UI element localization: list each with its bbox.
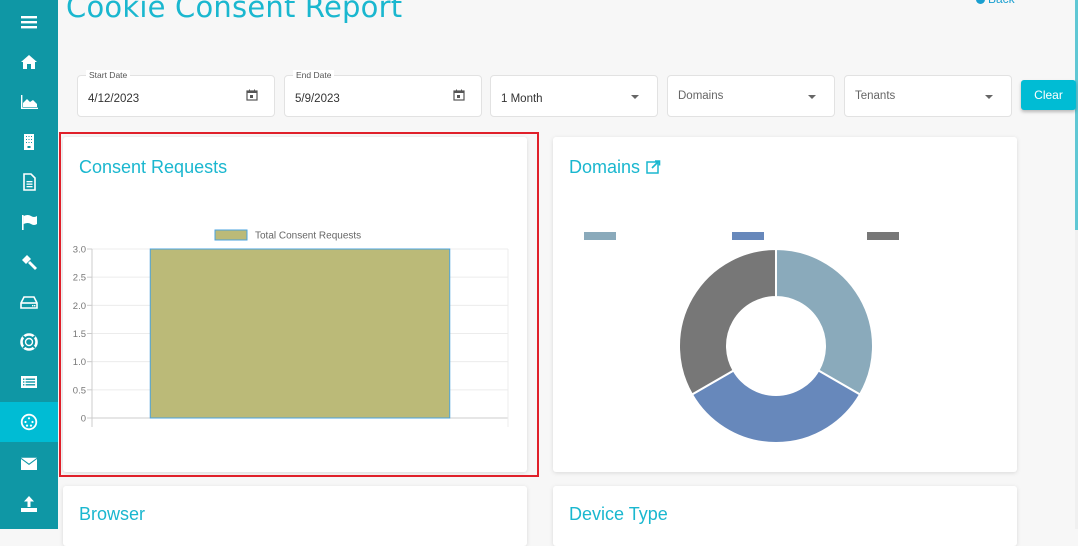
- sidebar-item-cookie-consent[interactable]: [0, 402, 58, 442]
- gavel-icon: [22, 255, 37, 270]
- envelope-icon: [21, 457, 37, 470]
- donut-slice: [690, 369, 862, 444]
- hard-drive-icon: [20, 296, 38, 309]
- legend-swatch: [867, 232, 899, 240]
- building-icon: [24, 134, 34, 150]
- domains-select[interactable]: Domains: [667, 75, 835, 117]
- sidebar-item-list[interactable]: [0, 362, 58, 402]
- menu-icon: [21, 16, 37, 29]
- end-date-value: 5/9/2023: [295, 93, 340, 105]
- clear-button[interactable]: Clear: [1021, 80, 1076, 110]
- y-tick-label: 2.0: [73, 301, 86, 312]
- sidebar-item-legal[interactable]: [0, 242, 58, 282]
- sidebar-item-menu[interactable]: [0, 2, 58, 42]
- sidebar: [0, 0, 58, 529]
- y-tick-label: 2.5: [73, 273, 86, 284]
- device-type-card: Device Type: [553, 486, 1017, 546]
- area-chart-icon: [21, 95, 38, 109]
- calendar-icon[interactable]: [246, 89, 258, 101]
- chevron-down-icon: [631, 95, 639, 99]
- bar: [149, 248, 451, 419]
- start-date-field[interactable]: Start Date 4/12/2023: [77, 70, 275, 117]
- page-title: Cookie Consent Report: [66, 0, 403, 24]
- domains-placeholder: Domains: [678, 90, 724, 102]
- sidebar-item-analytics[interactable]: [0, 82, 58, 122]
- sidebar-item-organization[interactable]: [0, 122, 58, 162]
- domains-card: Domains: [553, 137, 1017, 472]
- flag-icon: [22, 215, 37, 230]
- consent-requests-card: Consent Requests Total Consent Requests 0…: [63, 137, 527, 472]
- tenants-placeholder: Tenants: [855, 90, 896, 102]
- browser-card: Browser: [63, 486, 527, 546]
- sidebar-item-documents[interactable]: [0, 162, 58, 202]
- end-date-field[interactable]: End Date 5/9/2023: [284, 70, 482, 117]
- domains-chart: [584, 232, 899, 444]
- device-type-title: Device Type: [569, 504, 668, 524]
- sidebar-item-reports[interactable]: [0, 202, 58, 242]
- legend-swatch: [214, 229, 248, 241]
- period-select[interactable]: 1 Month: [490, 75, 658, 117]
- sidebar-item-upload[interactable]: [0, 484, 58, 524]
- sidebar-item-storage[interactable]: [0, 282, 58, 322]
- list-icon: [21, 376, 37, 388]
- y-tick-label: 0: [81, 414, 86, 425]
- donut-slice: [775, 247, 874, 396]
- y-tick-label: 3.0: [73, 245, 86, 256]
- start-date-value: 4/12/2023: [88, 93, 140, 105]
- period-value: 1 Month: [501, 93, 543, 105]
- legend-label: Total Consent Requests: [255, 231, 361, 242]
- legend-swatch: [732, 232, 764, 240]
- browser-title: Browser: [79, 504, 146, 524]
- y-tick-label: 1.0: [73, 357, 86, 368]
- back-label: Back: [988, 0, 1015, 6]
- cookie-icon: [20, 413, 38, 431]
- donut-slice: [678, 247, 777, 396]
- consent-requests-chart: Total Consent Requests 0 0.5 1.0 1.5 2.0 2.5 3.…: [73, 229, 509, 427]
- chevron-down-icon: [985, 95, 993, 99]
- end-date-label: End Date: [293, 70, 335, 80]
- back-link[interactable]: Back: [976, 0, 1015, 6]
- document-icon: [23, 173, 36, 191]
- calendar-icon[interactable]: [453, 89, 465, 101]
- sidebar-item-home[interactable]: [0, 42, 58, 82]
- sidebar-item-messages[interactable]: [0, 444, 58, 484]
- chevron-down-icon: [808, 95, 816, 99]
- start-date-label: Start Date: [86, 70, 131, 80]
- tenants-select[interactable]: Tenants: [844, 75, 1012, 117]
- home-icon: [21, 55, 37, 69]
- life-ring-icon: [20, 333, 38, 351]
- legend-swatch: [584, 232, 616, 240]
- sidebar-item-support[interactable]: [0, 322, 58, 362]
- back-arrow-icon: [976, 0, 985, 4]
- y-tick-label: 1.5: [73, 329, 86, 340]
- y-tick-label: 0.5: [73, 385, 86, 396]
- upload-icon: [21, 496, 37, 512]
